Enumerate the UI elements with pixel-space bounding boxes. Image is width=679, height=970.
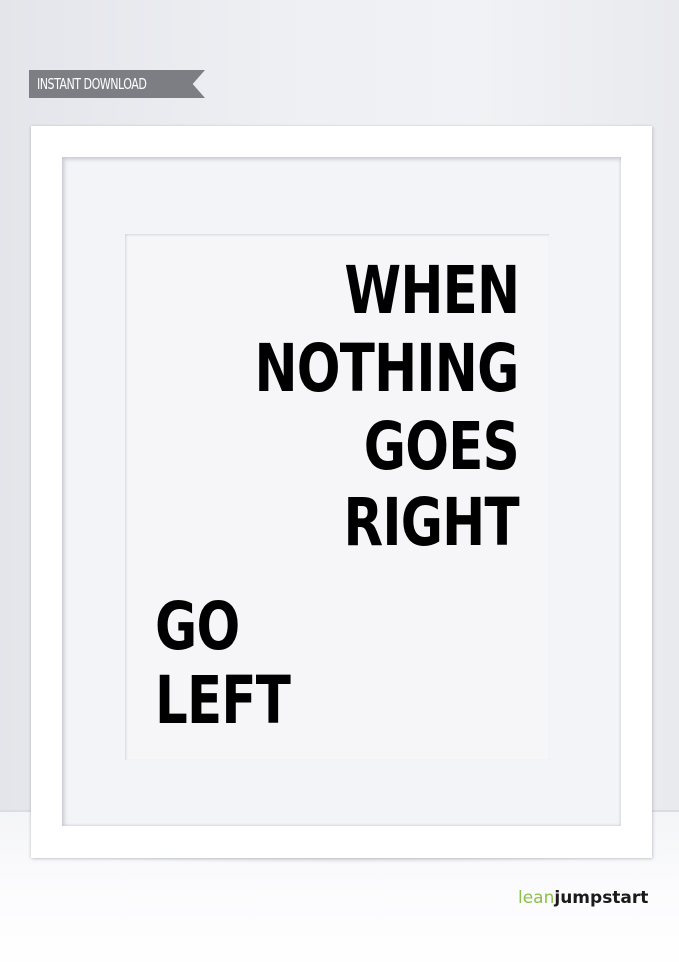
leanjumpstart-logo: leanjumpstart	[518, 883, 648, 913]
logo-lean-text: lean	[518, 888, 555, 908]
poster-line-nothing: NOTHING	[254, 330, 520, 407]
logo-jumpstart-text: jumpstart	[554, 888, 649, 908]
poster-line-when: WHEN	[343, 252, 520, 329]
poster-print: WHEN NOTHING GOES RIGHT GO LEFT	[125, 234, 549, 760]
poster-line-go: GO	[155, 588, 240, 665]
picture-frame: WHEN NOTHING GOES RIGHT GO LEFT	[31, 126, 652, 858]
poster-line-left: LEFT	[155, 662, 291, 739]
instant-download-banner: INSTANT DOWNLOAD	[29, 70, 205, 98]
banner-label: INSTANT DOWNLOAD	[37, 75, 147, 93]
poster-line-right: RIGHT	[343, 484, 520, 561]
poster-line-goes: GOES	[363, 408, 520, 485]
